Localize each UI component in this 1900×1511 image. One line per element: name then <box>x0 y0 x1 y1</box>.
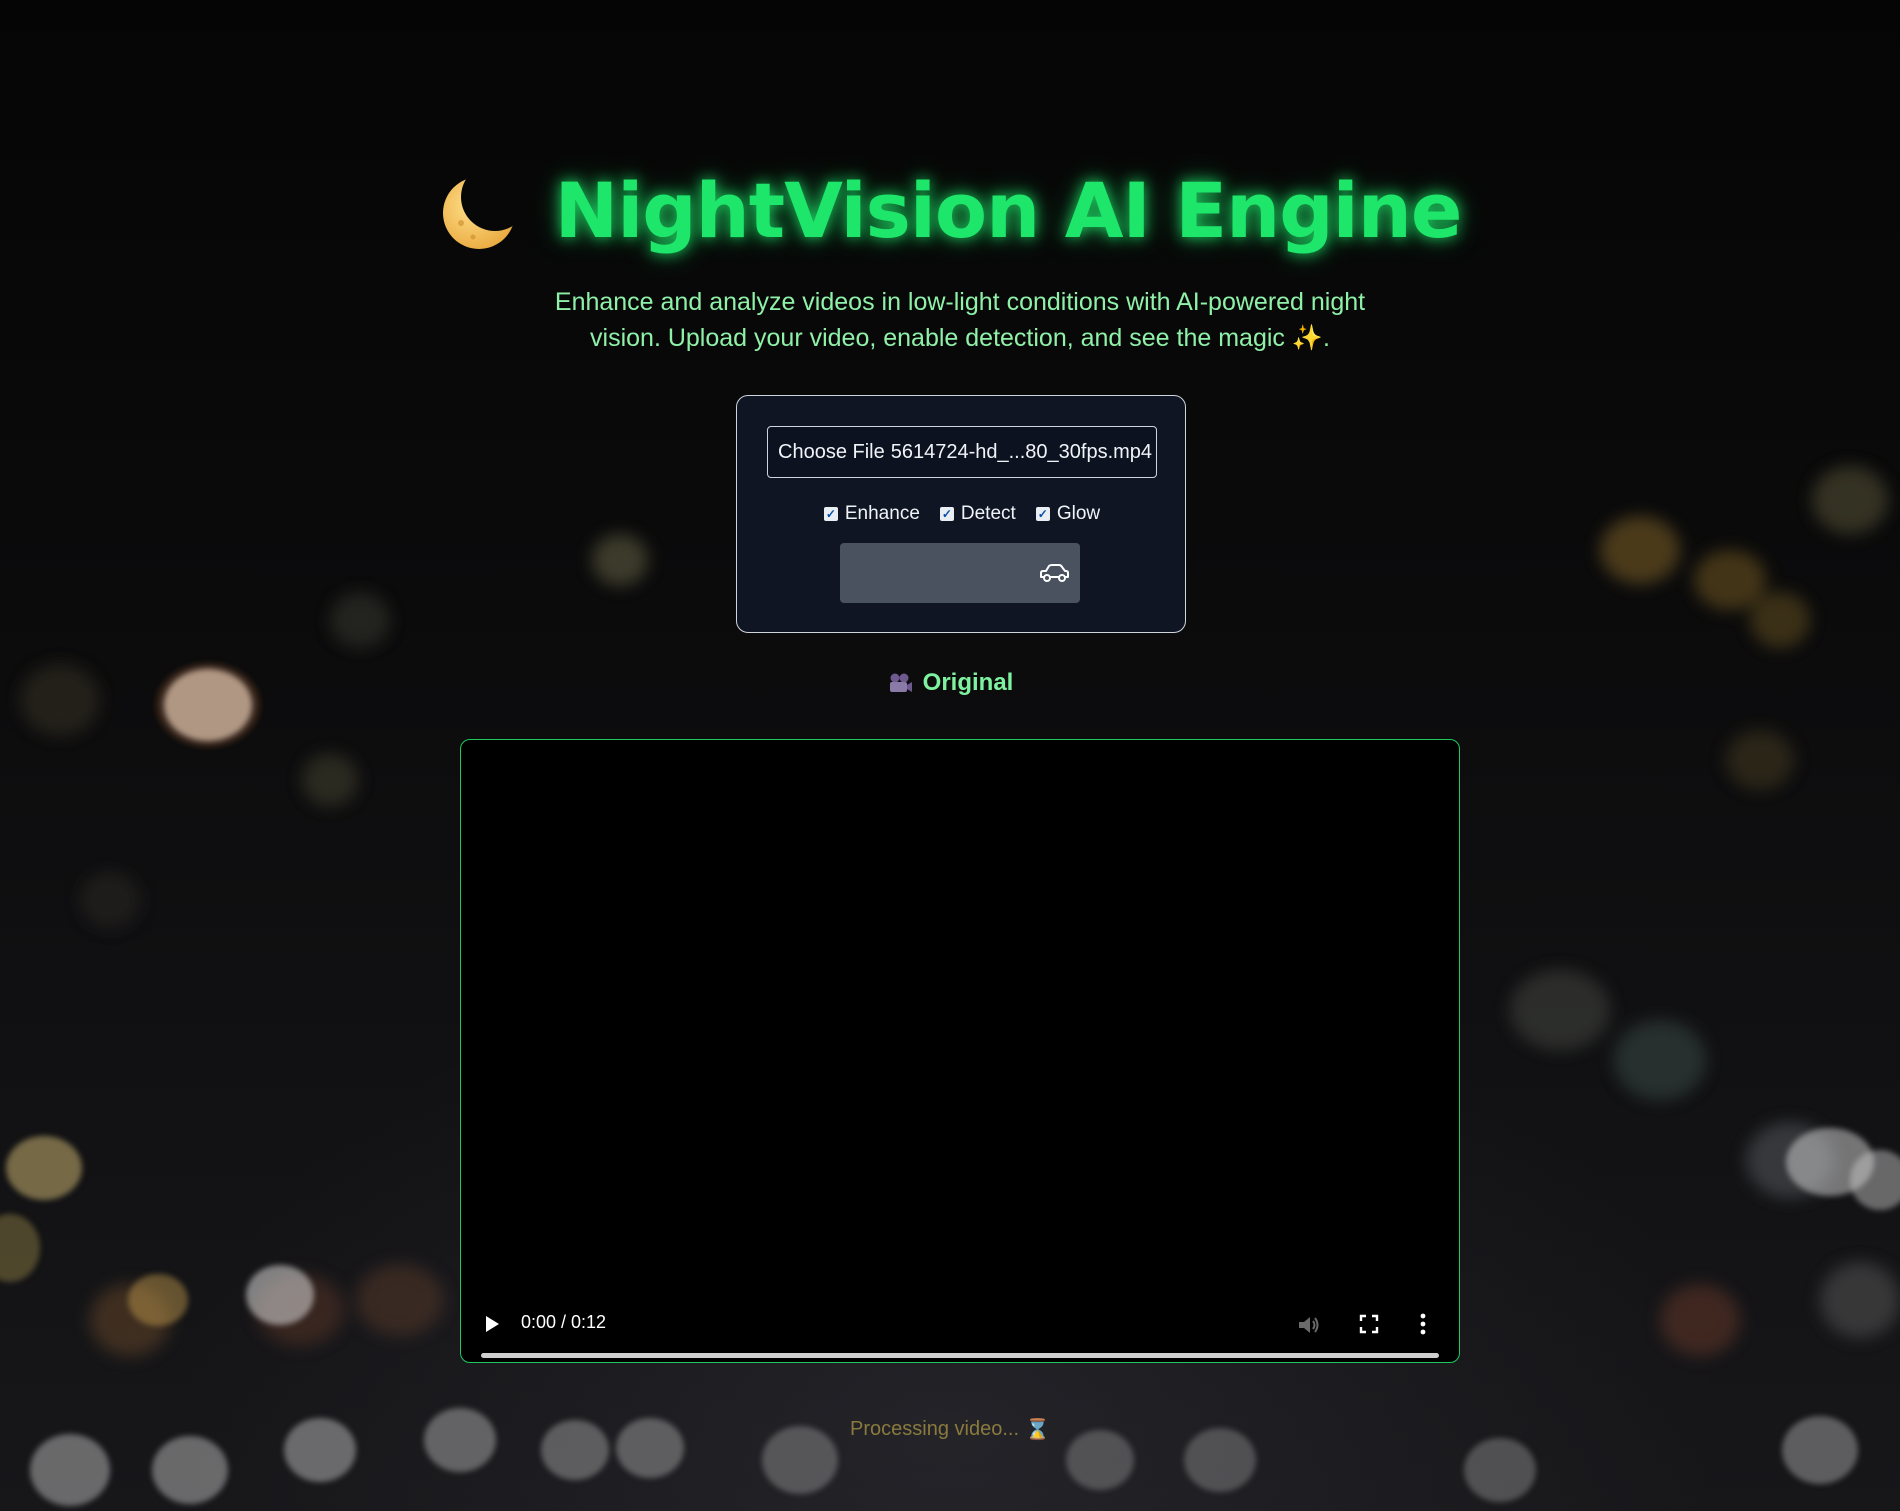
options-row: ✓ Enhance ✓ Detect ✓ Glow <box>737 500 1187 528</box>
enhance-checkbox[interactable]: ✓ <box>823 507 838 521</box>
video-controls: 0:00 / 0:12 <box>461 1290 1459 1362</box>
more-options-icon[interactable] <box>1419 1312 1427 1336</box>
enhance-label: Enhance <box>844 503 920 524</box>
page-title: NightVision AI Engine <box>554 165 1463 255</box>
subtitle-line-1: Enhance and analyze videos in low-light … <box>554 288 1366 316</box>
status-text: Processing video... <box>850 1417 1020 1440</box>
detect-checkbox[interactable]: ✓ <box>939 507 954 521</box>
page-background: NightVision AI Engine Enhance and analyz… <box>0 0 1900 1511</box>
video-progress-bar[interactable] <box>481 1353 1439 1358</box>
car-icon <box>1040 564 1069 582</box>
file-input[interactable]: Choose File 5614724-hd_...80_30fps.mp4 <box>767 426 1157 478</box>
glow-label: Glow <box>1056 503 1101 524</box>
subtitle-period: . <box>1323 324 1330 352</box>
play-icon[interactable] <box>483 1314 501 1334</box>
sparkles-icon: ✨ <box>1291 324 1324 352</box>
glow-checkbox[interactable]: ✓ <box>1035 507 1050 521</box>
video-time: 0:00 / 0:12 <box>521 1312 607 1332</box>
option-detect[interactable]: ✓ Detect <box>939 503 1016 525</box>
crescent-moon-icon <box>442 177 515 249</box>
selected-file-name: 5614724-hd_...80_30fps.mp4 <box>890 440 1153 463</box>
upload-panel: Choose File 5614724-hd_...80_30fps.mp4 ✓… <box>736 395 1186 633</box>
option-glow[interactable]: ✓ Glow <box>1035 503 1101 525</box>
subtitle-line-2: vision. Upload your video, enable detect… <box>590 324 1285 352</box>
choose-file-button[interactable]: Choose File <box>778 441 885 464</box>
processing-status: Processing video... ⌛ <box>0 1414 1900 1444</box>
hourglass-icon: ⌛ <box>1025 1418 1050 1441</box>
header: NightVision AI Engine <box>0 150 1900 270</box>
fullscreen-icon[interactable] <box>1359 1314 1379 1334</box>
movie-camera-icon <box>889 673 912 692</box>
process-button[interactable] <box>840 543 1080 603</box>
detect-label: Detect <box>960 503 1016 524</box>
volume-muted-icon[interactable] <box>1297 1314 1321 1336</box>
option-enhance[interactable]: ✓ Enhance <box>823 503 920 525</box>
original-section-heading: Original <box>0 668 1900 698</box>
original-label: Original <box>922 669 1014 696</box>
original-video-player[interactable]: 0:00 / 0:12 <box>460 739 1460 1363</box>
subtitle: Enhance and analyze videos in low-light … <box>530 284 1390 356</box>
